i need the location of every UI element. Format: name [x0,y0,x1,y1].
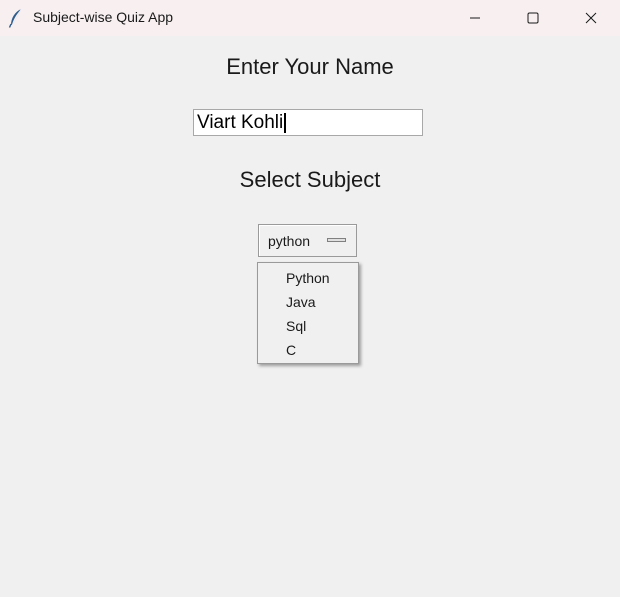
subject-options-menu: Python Java Sql C [257,262,359,364]
subject-heading: Select Subject [239,167,381,192]
dropdown-indicator-icon [327,238,346,242]
menu-item-sql[interactable]: Sql [258,314,358,338]
name-heading: Enter Your Name [226,54,394,79]
menu-item-python[interactable]: Python [258,266,358,290]
main-content: Enter Your Name Viart Kohli Select Subje… [0,36,620,597]
minimize-icon [469,12,481,24]
name-input-value: Viart Kohli [197,111,284,133]
maximize-button[interactable] [504,0,562,36]
title-bar[interactable]: Subject-wise Quiz App [0,0,620,36]
menu-item-java[interactable]: Java [258,290,358,314]
close-icon [585,12,597,24]
subject-dropdown-value: python [268,232,311,249]
menu-item-c[interactable]: C [258,338,358,362]
text-caret [284,112,287,133]
minimize-button[interactable] [446,0,504,36]
name-input[interactable]: Viart Kohli [193,109,423,136]
feather-icon [8,8,24,28]
maximize-icon [527,12,539,24]
close-button[interactable] [562,0,620,36]
window-title: Subject-wise Quiz App [33,9,174,25]
subject-dropdown[interactable]: python [258,224,357,257]
